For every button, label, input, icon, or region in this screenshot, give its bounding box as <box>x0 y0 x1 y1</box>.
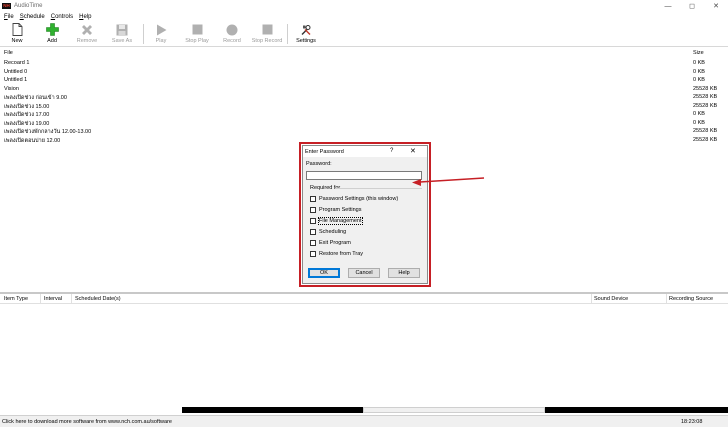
column-recording-source[interactable]: Recording Source <box>669 296 713 302</box>
file-name: เพลงเปิดช่วง 17.00 <box>4 112 50 118</box>
minimize-button[interactable]: — <box>656 0 680 12</box>
menu-help-rest: elp <box>83 13 92 20</box>
new-label: New <box>11 38 23 44</box>
column-size[interactable]: Size <box>693 50 704 56</box>
window-title: AudioTime <box>14 3 43 9</box>
file-size: 0 KB <box>693 68 705 75</box>
stop-record-button[interactable]: Stop Record <box>250 23 284 47</box>
toolbar: New Add Remove Save As Play Stop Play Re… <box>0 21 728 47</box>
status-bar: Click here to download more software fro… <box>0 415 728 427</box>
file-name: Vision <box>4 85 19 92</box>
save-disk-icon <box>115 23 129 36</box>
save-as-button[interactable]: Save As <box>105 23 139 47</box>
level-meter-middle <box>363 407 545 413</box>
stop-icon <box>190 23 204 36</box>
menu-bar: File Schedule Controls Help <box>0 12 728 21</box>
column-scheduled-dates[interactable]: Scheduled Date(s) <box>75 296 121 302</box>
menu-controls[interactable]: Controls <box>51 14 73 20</box>
column-file[interactable]: File <box>4 50 13 56</box>
menu-schedule[interactable]: Schedule <box>20 14 45 20</box>
file-size: 25528 KB <box>693 136 718 143</box>
column-item-type[interactable]: Item Type <box>4 296 28 302</box>
remove-label: Remove <box>76 38 98 44</box>
close-button[interactable]: ✕ <box>704 0 728 12</box>
play-button[interactable]: Play <box>144 23 178 47</box>
file-size: 25528 KB <box>693 128 718 134</box>
file-name: เพลงเปิดช่วง 19.00 <box>4 120 50 127</box>
new-document-icon <box>10 23 24 36</box>
record-label: Record <box>223 38 241 44</box>
file-row[interactable]: เพลงเปิดช่วง 19.00 0 KB <box>0 120 728 128</box>
file-name: Recoard 1 <box>4 60 30 66</box>
stop-record-label: Stop Record <box>251 38 283 44</box>
file-size: 25528 KB <box>693 102 718 109</box>
menu-help[interactable]: Help <box>79 14 91 20</box>
remove-button[interactable]: Remove <box>70 23 104 47</box>
download-link[interactable]: Click here to download more software fro… <box>2 419 172 425</box>
window-controls: — ◻ ✕ <box>656 0 728 12</box>
file-name: Untitled 0 <box>4 68 28 75</box>
menu-schedule-rest: chedule <box>23 13 45 20</box>
save-as-label: Save As <box>111 38 133 44</box>
schedule-header: Item Type Interval Scheduled Date(s) Sou… <box>0 294 728 304</box>
menu-file-rest: ile <box>7 13 14 20</box>
column-divider[interactable] <box>40 294 41 304</box>
file-row[interactable]: เพลงเปิดช่วง 17.00 0 KB <box>0 111 728 119</box>
settings-button[interactable]: Settings <box>289 23 323 47</box>
record-button[interactable]: Record <box>215 23 249 47</box>
file-size: 0 KB <box>693 77 705 83</box>
file-list-header: File Size <box>0 50 728 58</box>
toolbar-separator <box>287 24 288 44</box>
stop-play-label: Stop Play <box>185 38 209 44</box>
menu-file[interactable]: File <box>4 14 14 20</box>
column-sound-device[interactable]: Sound Device <box>594 296 628 302</box>
settings-label: Settings <box>296 38 316 44</box>
play-icon <box>154 23 168 36</box>
file-row[interactable]: Untitled 0 0 KB <box>0 69 728 77</box>
app-logo: NH <box>2 3 11 9</box>
file-row[interactable]: Untitled 1 0 KB <box>0 77 728 85</box>
menu-controls-rest: ontrols <box>55 13 74 20</box>
file-name: เพลงเปิดตอนบ่าย 12.00 <box>4 137 61 144</box>
file-name: Untitled 1 <box>4 77 28 83</box>
column-interval[interactable]: Interval <box>44 296 62 302</box>
add-button[interactable]: Add <box>35 23 69 47</box>
new-button[interactable]: New <box>0 23 34 47</box>
add-label: Add <box>47 38 57 44</box>
file-size: 25528 KB <box>693 94 718 100</box>
file-size: 0 KB <box>693 119 705 126</box>
file-row[interactable]: Vision 25528 KB <box>0 86 728 94</box>
level-meter-right <box>545 407 728 413</box>
column-divider[interactable] <box>71 294 72 304</box>
settings-tools-icon <box>299 23 313 36</box>
file-row[interactable]: Recoard 1 0 KB <box>0 60 728 68</box>
level-meter-strip <box>0 406 728 414</box>
add-plus-icon <box>45 23 59 36</box>
file-row[interactable]: เพลงเปิดช่วง 15.00 25528 KB <box>0 103 728 111</box>
file-name: เพลงเปิดช่วงพักกลางวัน 12.00-13.00 <box>4 129 92 135</box>
file-name: เพลงเปิดช่วง 15.00 <box>4 103 50 110</box>
file-row[interactable]: เพลงเปิดช่วงพักกลางวัน 12.00-13.00 25528 … <box>0 128 728 136</box>
schedule-list[interactable]: Item Type Interval Scheduled Date(s) Sou… <box>0 294 728 406</box>
play-label: Play <box>155 38 167 44</box>
remove-x-icon <box>80 23 94 36</box>
column-divider[interactable] <box>591 294 592 304</box>
status-clock: 18:23:08 <box>681 419 703 425</box>
file-size: 0 KB <box>693 60 705 66</box>
stop-record-icon <box>260 23 274 36</box>
column-divider[interactable] <box>666 294 667 304</box>
file-size: 25528 KB <box>693 85 718 92</box>
level-meter-left <box>182 407 363 413</box>
file-row[interactable]: เพลงเปิดช่วง ก่อนเข้า 9.00 25528 KB <box>0 94 728 102</box>
title-bar: NH AudioTime — ◻ ✕ <box>0 0 728 12</box>
record-icon <box>225 23 239 36</box>
highlight-box <box>299 142 431 287</box>
maximize-button[interactable]: ◻ <box>680 0 704 12</box>
stop-play-button[interactable]: Stop Play <box>180 23 214 47</box>
file-size: 0 KB <box>693 111 705 117</box>
file-name: เพลงเปิดช่วง ก่อนเข้า 9.00 <box>4 95 67 101</box>
